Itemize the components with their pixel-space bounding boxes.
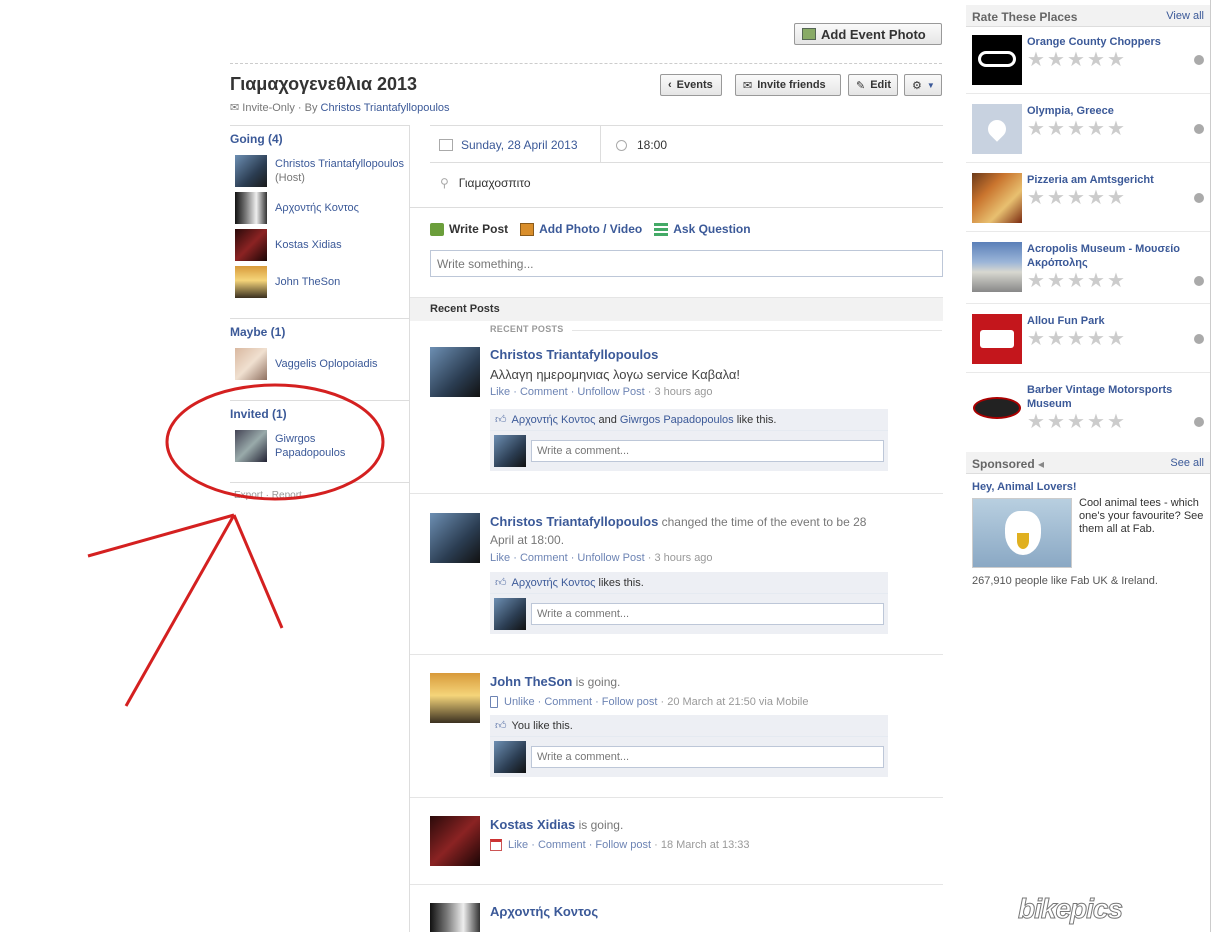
- post-actions[interactable]: Like · Comment · Unfollow Post: [490, 386, 645, 398]
- comment-input[interactable]: Write a comment...: [531, 603, 884, 625]
- rating-stars[interactable]: ★ ★ ★ ★ ★: [1027, 412, 1126, 432]
- place-name[interactable]: Orange County Choppers: [1027, 35, 1197, 49]
- avatar: [494, 598, 526, 630]
- place-name[interactable]: Barber Vintage Motorsports Museum: [1027, 383, 1197, 411]
- comment-block: 👍︎ You like this. Write a comment...: [490, 715, 888, 777]
- avatar: [494, 435, 526, 467]
- ad-likes: 267,910 people like Fab UK & Ireland.: [972, 575, 1158, 587]
- place-item: Acropolis Museum - Μουσείο Ακρόπολης ★ ★ ★…: [966, 242, 1210, 304]
- avatar[interactable]: [430, 903, 480, 932]
- globe-icon: [1194, 417, 1204, 427]
- globe-icon: [1194, 334, 1204, 344]
- calendar-icon: [439, 139, 453, 151]
- clock-icon: [616, 139, 627, 151]
- avatar: [494, 741, 526, 773]
- post-author[interactable]: Christos Triantafyllopoulos: [490, 514, 658, 529]
- feed-post: Christos Triantafyllopoulos changed the …: [430, 513, 900, 573]
- place-name[interactable]: Olympia, Greece: [1027, 104, 1197, 118]
- avatar[interactable]: [430, 816, 480, 866]
- globe-icon: [1194, 276, 1204, 286]
- ask-question-tab[interactable]: Ask Question: [654, 222, 751, 236]
- recent-posts-bar[interactable]: Recent Posts: [410, 297, 943, 321]
- globe-icon: [1194, 193, 1204, 203]
- place-item: Pizzeria am Amtsgericht ★ ★ ★ ★ ★: [966, 173, 1210, 232]
- place-item: Barber Vintage Motorsports Museum ★ ★ ★ ★ ★: [966, 383, 1210, 445]
- liker-link[interactable]: Αρχοντής Κοντος: [512, 577, 596, 589]
- calendar-add-icon: [490, 839, 502, 852]
- rating-stars[interactable]: ★ ★ ★ ★ ★: [1027, 119, 1126, 139]
- liker-link[interactable]: Giwrgos Papadopoulos: [620, 414, 734, 426]
- place-item: Allou Fun Park ★ ★ ★ ★ ★: [966, 314, 1210, 373]
- sponsored-header: Sponsored ◂ See all: [966, 452, 1210, 474]
- thumbs-up-icon: 👍︎: [495, 414, 507, 426]
- view-all-link[interactable]: View all: [1166, 10, 1204, 22]
- question-icon: [654, 222, 669, 236]
- place-name[interactable]: Acropolis Museum - Μουσείο Ακρόπολης: [1027, 242, 1197, 270]
- rating-stars[interactable]: ★ ★ ★ ★ ★: [1027, 50, 1126, 70]
- event-page: Add Event Photo Γιαμαχογενεθλια 2013 ✉ I…: [0, 0, 1232, 932]
- speech-bubble-icon: [430, 222, 444, 236]
- avatar[interactable]: [430, 347, 480, 397]
- watermark-logo: bikepics: [1017, 893, 1123, 925]
- ad-image[interactable]: [972, 498, 1072, 568]
- megaphone-icon: ◂: [1038, 457, 1045, 471]
- comment-input[interactable]: Write a comment...: [531, 440, 884, 462]
- write-something-input[interactable]: Write something...: [430, 250, 943, 277]
- post-time[interactable]: · 3 hours ago: [645, 552, 713, 564]
- post-actions[interactable]: Like · Comment · Unfollow Post: [490, 552, 645, 564]
- globe-icon: [1194, 124, 1204, 134]
- place-image[interactable]: [972, 383, 1022, 433]
- place-image[interactable]: [972, 173, 1022, 223]
- post-actions[interactable]: Unlike · Comment · Follow post: [504, 696, 657, 708]
- feed-post: Αρχοντής Κοντος: [430, 903, 900, 932]
- composer-tabs: Write Post Add Photo / Video Ask Questio…: [430, 222, 751, 236]
- rating-stars[interactable]: ★ ★ ★ ★ ★: [1027, 329, 1126, 349]
- event-location: Γιαμαχοσπιτο: [458, 176, 531, 190]
- avatar[interactable]: [430, 513, 480, 563]
- liker-link[interactable]: Αρχοντής Κοντος: [512, 414, 596, 426]
- post-time[interactable]: · 20 March at 21:50 via Mobile: [657, 696, 808, 708]
- post-time[interactable]: · 18 March at 13:33: [651, 839, 749, 851]
- post-author[interactable]: John TheSon: [490, 674, 572, 689]
- place-item: Olympia, Greece ★ ★ ★ ★ ★: [966, 104, 1210, 163]
- ad-text: Cool animal tees - which one's your favo…: [1079, 497, 1204, 535]
- rate-places-header: Rate These Places View all: [966, 5, 1210, 27]
- place-image[interactable]: [972, 104, 1022, 154]
- location-row: ⚲ Γιαμαχοσπιτο: [430, 173, 942, 193]
- post-time[interactable]: · 3 hours ago: [645, 386, 713, 398]
- mobile-icon: [490, 696, 498, 709]
- post-author[interactable]: Kostas Xidias: [490, 817, 575, 832]
- rating-stars[interactable]: ★ ★ ★ ★ ★: [1027, 188, 1126, 208]
- event-time: 18:00: [637, 138, 668, 152]
- recent-posts-label: RECENT POSTS: [490, 324, 564, 334]
- see-all-link[interactable]: See all: [1170, 457, 1204, 469]
- event-date[interactable]: Sunday, 28 April 2013: [461, 138, 578, 152]
- write-post-tab[interactable]: Write Post: [430, 222, 508, 236]
- thumbs-up-icon: 👍︎: [495, 720, 507, 732]
- comment-block: 👍︎ Αρχοντής Κοντος and Giwrgos Papadopou…: [490, 409, 888, 471]
- rating-stars[interactable]: ★ ★ ★ ★ ★: [1027, 271, 1126, 291]
- feed-post: Kostas Xidias is going. Like · Comment ·…: [430, 816, 900, 866]
- comment-input[interactable]: Write a comment...: [531, 746, 884, 768]
- place-name[interactable]: Allou Fun Park: [1027, 314, 1197, 328]
- post-author[interactable]: Αρχοντής Κοντος: [490, 904, 598, 919]
- date-time-row: Sunday, 28 April 2013 18:00: [430, 125, 942, 163]
- globe-icon: [1194, 55, 1204, 65]
- avatar[interactable]: [430, 673, 480, 723]
- place-item: Orange County Choppers ★ ★ ★ ★ ★: [966, 35, 1210, 94]
- post-text: Αλλαγη ημερομηνιας λογω service Καβαλα!: [490, 367, 741, 382]
- place-name[interactable]: Pizzeria am Amtsgericht: [1027, 173, 1197, 187]
- photo-icon: [520, 222, 535, 236]
- feed-post: Christos Triantafyllopoulos Αλλαγη ημερο…: [430, 347, 900, 407]
- post-actions[interactable]: Like · Comment · Follow post: [508, 839, 651, 851]
- place-image[interactable]: [972, 35, 1022, 85]
- place-image[interactable]: [972, 242, 1022, 292]
- place-image[interactable]: [972, 314, 1022, 364]
- thumbs-up-icon: 👍︎: [495, 577, 507, 589]
- map-pin-icon: ⚲: [440, 176, 449, 190]
- comment-block: 👍︎ Αρχοντής Κοντος likes this. Write a c…: [490, 572, 888, 634]
- post-author[interactable]: Christos Triantafyllopoulos: [490, 347, 658, 362]
- add-photo-video-tab[interactable]: Add Photo / Video: [520, 222, 642, 236]
- ad-title[interactable]: Hey, Animal Lovers!: [972, 481, 1077, 493]
